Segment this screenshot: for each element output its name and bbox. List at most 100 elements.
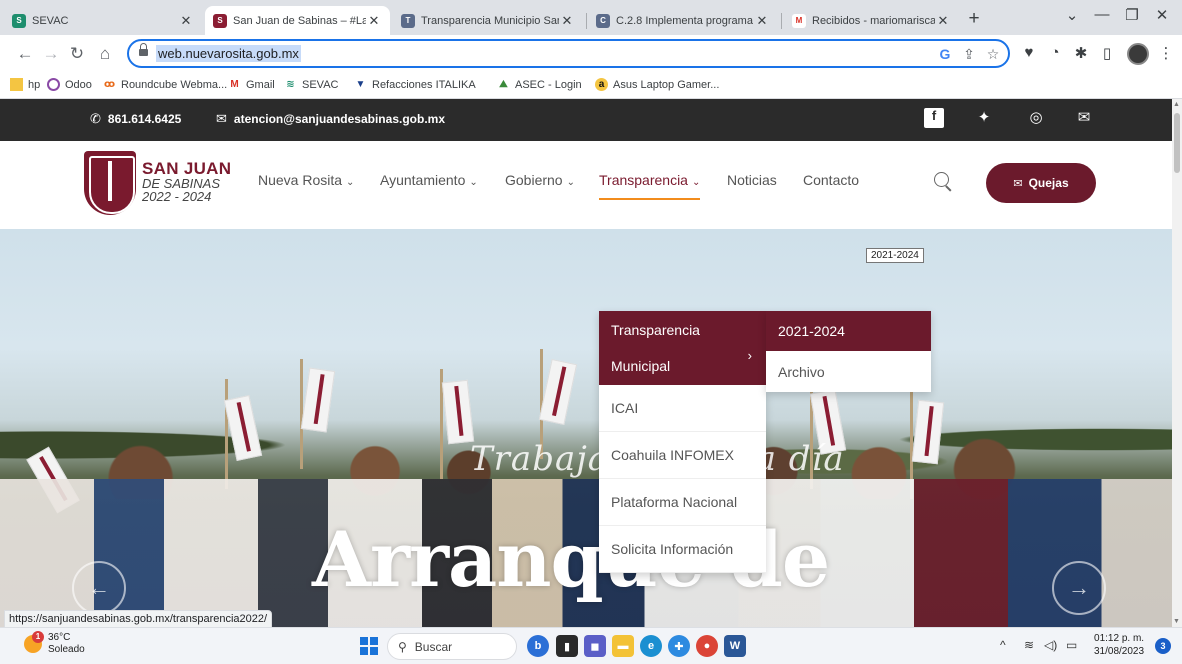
extension-pin-icon[interactable]: ♥ — [1018, 44, 1040, 61]
folder-icon — [10, 78, 23, 91]
email-contact[interactable]: ✉ atencion@sanjuandesabinas.gob.mx — [216, 111, 445, 127]
submenu-item-archivo[interactable]: Archivo — [766, 351, 931, 392]
tab-strip: S SEVAC ✕ S San Juan de Sabinas – #LaGr … — [0, 0, 1182, 35]
close-icon[interactable]: ✕ — [178, 13, 194, 29]
bookmark-gmail[interactable]: M Gmail — [228, 78, 274, 91]
show-hidden-icons-chevron-icon[interactable]: ^ — [1000, 638, 1006, 652]
wifi-icon[interactable]: ≋ — [1024, 638, 1034, 652]
menu-kebab-icon[interactable]: ⋮ — [1155, 44, 1177, 62]
tab-gmail[interactable]: M Recibidos - mariomariscalg ✕ — [784, 6, 959, 35]
phone-contact[interactable]: ✆ 861.614.6425 — [90, 111, 181, 127]
quejas-button[interactable]: ✉ Quejas — [986, 163, 1096, 203]
municipal-shield-logo[interactable] — [84, 151, 136, 215]
envelope-icon: ✉ — [216, 111, 227, 126]
new-tab-icon[interactable]: + — [962, 8, 986, 30]
bookmark-sevac[interactable]: ≋ SEVAC — [284, 78, 338, 91]
phone-icon: ✆ — [90, 111, 101, 126]
tab-san-juan[interactable]: S San Juan de Sabinas – #LaGr ✕ — [205, 6, 390, 35]
taskbar-search[interactable]: ⚲ Buscar — [387, 633, 517, 660]
nav-ayuntamiento[interactable]: Ayuntamiento ⌄ — [380, 172, 478, 188]
nav-noticias[interactable]: Noticias — [727, 172, 777, 188]
bookmark-odoo[interactable]: Odoo — [47, 78, 92, 91]
chrome-icon[interactable]: ● — [696, 635, 718, 657]
bookmark-roundcube[interactable]: ꝏ Roundcube Webma... — [103, 78, 227, 91]
menu-item-solicita-informacion[interactable]: Solicita Información — [599, 526, 766, 573]
page-scrollbar[interactable]: ▲ ▼ — [1172, 99, 1182, 627]
tab-sevac[interactable]: S SEVAC ✕ — [4, 6, 202, 35]
gmail-favicon-icon: M — [792, 13, 806, 28]
bookmarks-bar: hp Odoo ꝏ Roundcube Webma... M Gmail ≋ S… — [0, 73, 1182, 99]
menu-item-icai[interactable]: ICAI — [599, 385, 766, 432]
nav-nueva-rosita[interactable]: Nueva Rosita ⌄ — [258, 172, 354, 188]
bookmark-italika[interactable]: ▼ Refacciones ITALIKA — [354, 78, 476, 91]
amazon-icon: a — [595, 78, 608, 91]
facebook-icon[interactable]: f — [924, 108, 944, 128]
chevron-down-icon: ⌄ — [566, 177, 575, 188]
chevron-down-icon: ⌄ — [346, 177, 355, 188]
tab-transparencia[interactable]: T Transparencia Municipio San ✕ — [393, 6, 583, 35]
menu-item-coahuila-infomex[interactable]: Coahuila INFOMEX — [599, 432, 766, 479]
web-page: ✆ 861.614.6425 ✉ atencion@sanjuandesabin… — [0, 99, 1172, 627]
extensions-puzzle-icon[interactable]: ✱ — [1070, 44, 1092, 62]
extension-gauge-icon[interactable]: ◔ — [1044, 44, 1066, 61]
bookmark-amazon[interactable]: a Asus Laptop Gamer... — [595, 78, 719, 91]
page-favicon-icon: T — [401, 13, 415, 28]
close-icon[interactable]: ✕ — [366, 13, 382, 29]
nav-transparencia[interactable]: Transparencia ⌄ — [599, 172, 701, 200]
close-icon[interactable]: ✕ — [559, 13, 575, 29]
task-view-icon[interactable]: ▮ — [556, 635, 578, 657]
chrome-canary-icon[interactable]: ✚ — [668, 635, 690, 657]
notification-badge[interactable]: 3 — [1155, 638, 1171, 654]
scroll-thumb[interactable] — [1174, 113, 1180, 173]
instagram-icon[interactable]: ◎ — [1026, 108, 1046, 128]
side-panel-icon[interactable]: ▯ — [1096, 44, 1118, 62]
weather-badge: 1 — [32, 631, 44, 643]
sevac-icon: ≋ — [286, 79, 295, 90]
windows-taskbar: 1 36°C Soleado ⚲ Buscar b ▮ ◼ ▬ e ✚ ● W … — [0, 627, 1182, 664]
close-icon[interactable]: ✕ — [754, 13, 770, 29]
address-bar[interactable]: web.nuevarosita.gob.mx G ⇪ ☆ — [127, 39, 1010, 68]
bookmark-asec[interactable]: ⛰ ASEC - Login — [497, 78, 581, 91]
twitter-icon[interactable]: ✦ — [974, 108, 994, 128]
slider-prev-button[interactable]: ← — [72, 561, 126, 615]
mail-icon[interactable]: ✉ — [1074, 108, 1094, 128]
bing-icon[interactable]: b — [527, 635, 549, 657]
scroll-up-icon[interactable]: ▲ — [1173, 101, 1180, 108]
brand-name[interactable]: SAN JUAN DE SABINAS 2022 - 2024 — [142, 160, 231, 203]
weather-widget[interactable]: 1 36°C Soleado — [24, 631, 85, 656]
close-icon[interactable]: ✕ — [935, 13, 951, 29]
home-icon[interactable]: ⌂ — [94, 44, 116, 64]
forward-icon[interactable]: → — [40, 44, 62, 64]
municipio-favicon-icon: S — [213, 13, 227, 28]
lock-icon[interactable] — [139, 43, 148, 58]
menu-item-transparencia-municipal[interactable]: Transparencia Municipal › — [599, 311, 766, 385]
file-explorer-icon[interactable]: ▬ — [612, 635, 634, 657]
edge-icon[interactable]: e — [640, 635, 662, 657]
nav-gobierno[interactable]: Gobierno ⌄ — [505, 172, 575, 188]
url-text[interactable]: web.nuevarosita.gob.mx — [156, 45, 301, 62]
tab-c28[interactable]: C C.2.8 Implementa programa ✕ — [588, 6, 778, 35]
google-lens-icon[interactable]: G — [935, 46, 955, 62]
envelope-icon: ✉ — [1013, 177, 1023, 190]
slider-next-button[interactable]: → — [1052, 561, 1106, 615]
chevron-right-icon: › — [747, 348, 752, 363]
taskbar-clock[interactable]: 01:12 p. m. 31/08/2023 — [1094, 632, 1144, 658]
menu-item-plataforma-nacional[interactable]: Plataforma Nacional — [599, 479, 766, 526]
bookmark-hp[interactable]: hp — [10, 78, 40, 91]
nav-contacto[interactable]: Contacto — [803, 172, 859, 188]
search-icon[interactable] — [933, 171, 953, 191]
back-icon[interactable]: ← — [14, 44, 36, 64]
scroll-down-icon[interactable]: ▼ — [1173, 618, 1180, 625]
status-bar-url: https://sanjuandesabinas.gob.mx/transpar… — [4, 610, 273, 628]
volume-icon[interactable]: ◁) — [1044, 638, 1057, 652]
submenu-item-2021-2024[interactable]: 2021-2024 — [766, 311, 931, 351]
close-window-icon[interactable]: ✕ — [1142, 6, 1182, 24]
profile-avatar[interactable] — [1127, 43, 1149, 65]
battery-icon[interactable]: ▭ — [1066, 638, 1077, 652]
word-icon[interactable]: W — [724, 635, 746, 657]
share-icon[interactable]: ⇪ — [959, 46, 979, 63]
teams-chat-icon[interactable]: ◼ — [584, 635, 606, 657]
reload-icon[interactable]: ↻ — [66, 44, 88, 64]
bookmark-star-icon[interactable]: ☆ — [983, 46, 1003, 63]
windows-start-icon[interactable] — [360, 637, 378, 655]
